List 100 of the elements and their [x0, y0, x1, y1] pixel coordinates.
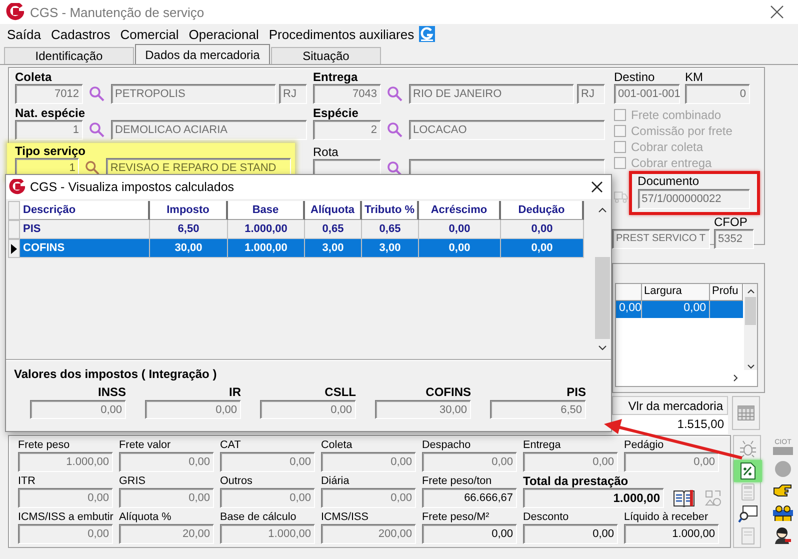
pointing-hand-icon[interactable]: [773, 483, 793, 499]
tax-label: CSLL: [324, 385, 356, 399]
menu-item[interactable]: Cadastros: [46, 26, 116, 42]
uf-field[interactable]: RJ: [577, 84, 605, 104]
search-icon[interactable]: [387, 122, 403, 138]
scroll-up-icon[interactable]: [746, 288, 754, 294]
app-logo-icon: [9, 179, 25, 195]
code-field[interactable]: 7043: [313, 84, 381, 104]
column-header[interactable]: Alíquota: [305, 201, 362, 220]
menu-item[interactable]: Procedimentos auxiliares: [264, 26, 420, 42]
column-header[interactable]: Largura: [642, 284, 710, 301]
cfop-description-field[interactable]: PREST SERVICO T: [612, 229, 710, 249]
uf-field[interactable]: RJ: [279, 84, 307, 104]
table-row[interactable]: PIS 6,50 1.000,00 0,65 0,65 0,00 0,00: [8, 220, 588, 239]
scroll-down-icon[interactable]: [598, 345, 608, 351]
close-icon[interactable]: [770, 5, 784, 19]
table-cell: 0,00: [419, 220, 501, 239]
search-icon[interactable]: [89, 122, 105, 138]
tax-field[interactable]: 0,00: [145, 400, 241, 419]
city-field[interactable]: PETROPOLIS: [111, 84, 276, 104]
search-icon[interactable]: [387, 86, 403, 102]
amount-field[interactable]: 0,00: [523, 524, 618, 544]
amount-field[interactable]: 1.000,00: [624, 524, 719, 544]
field-label: Coleta: [321, 438, 354, 452]
shapes-icon[interactable]: [704, 489, 722, 507]
tab[interactable]: Situação: [271, 47, 381, 64]
calendar-button[interactable]: [732, 396, 760, 430]
code-field[interactable]: 7012: [15, 84, 83, 104]
column-header[interactable]: [616, 284, 642, 301]
column-header[interactable]: Descrição: [20, 201, 150, 220]
search-icon[interactable]: [89, 86, 105, 102]
column-header[interactable]: Acréscimo: [419, 201, 501, 220]
scrollbar[interactable]: [744, 284, 757, 370]
percent-document-icon[interactable]: [740, 462, 756, 480]
tax-field[interactable]: 30,00: [375, 400, 471, 419]
tax-document-button[interactable]: [734, 460, 762, 482]
close-icon[interactable]: [591, 181, 603, 193]
scroll-down-icon[interactable]: [746, 364, 754, 370]
window-title: CGS - Manutenção de serviço: [30, 4, 204, 20]
scroll-up-icon[interactable]: [598, 207, 608, 213]
tax-field[interactable]: 0,00: [30, 400, 126, 419]
table-cell: PIS: [20, 220, 150, 239]
table-row[interactable]: 0,00 0,00: [616, 301, 743, 318]
menu-item[interactable]: Saída: [2, 26, 46, 42]
table-cell: 1.000,00: [228, 220, 305, 239]
field-label: Frete valor: [119, 438, 172, 452]
amount-field[interactable]: 0,00: [422, 524, 517, 544]
search-icon[interactable]: [387, 161, 403, 177]
book-icon[interactable]: [673, 489, 695, 507]
dialog-title: CGS - Visualiza impostos calculados: [30, 180, 234, 194]
magnifier-document-icon[interactable]: [738, 505, 758, 524]
destination-field[interactable]: 001-001-001: [614, 84, 680, 104]
column-header[interactable]: Imposto: [150, 201, 228, 220]
table-row[interactable]: COFINS 30,00 1.000,00 3,00 3,00 0,00 0,00: [8, 239, 588, 258]
km-field[interactable]: 0: [685, 84, 750, 104]
goods-value-field[interactable]: 1.515,00: [612, 415, 728, 434]
city-field[interactable]: RIO DE JANEIRO: [409, 84, 574, 104]
field-label: Alíquota %: [119, 510, 172, 524]
name-field[interactable]: LOCACAO: [409, 120, 605, 140]
scroll-thumb[interactable]: [595, 257, 610, 339]
tab[interactable]: Identificação: [4, 47, 134, 64]
field-label: CAT: [220, 438, 242, 452]
section-title: Valores dos impostos ( Integração ): [14, 367, 218, 381]
row-indicator[interactable]: [8, 239, 20, 258]
people-icon[interactable]: [773, 504, 793, 522]
scroll-thumb[interactable]: [745, 297, 756, 325]
column-header[interactable]: Tributo %: [362, 201, 419, 220]
tax-field[interactable]: 6,50: [490, 400, 586, 419]
amount-field[interactable]: 66.666,67: [422, 488, 517, 508]
search-icon[interactable]: [85, 160, 100, 176]
scroll-right-icon[interactable]: [733, 374, 739, 382]
field-label: Pedágio: [624, 438, 665, 452]
field-label: KM: [685, 71, 703, 84]
total-field[interactable]: 1.000,00: [523, 488, 664, 508]
menu-item[interactable]: Comercial: [115, 26, 184, 42]
person-icon[interactable]: [773, 527, 793, 545]
field-label: Espécie: [313, 107, 360, 120]
column-header[interactable]: Base: [228, 201, 305, 220]
document-field[interactable]: 57/1/000000022: [638, 189, 750, 209]
field-label: Base de cálculo: [220, 510, 298, 524]
checkbox-label: Cobrar coleta: [631, 140, 704, 154]
code-field[interactable]: 2: [313, 120, 381, 140]
cfop-field[interactable]: 5352: [714, 229, 754, 249]
column-header[interactable]: [8, 201, 20, 220]
circle-icon[interactable]: [774, 460, 792, 478]
column-header[interactable]: Profu: [710, 284, 743, 301]
menu-item[interactable]: Operacional: [184, 26, 264, 42]
code-field[interactable]: 1: [15, 120, 83, 140]
tax-field[interactable]: 0,00: [260, 400, 356, 419]
checkbox-label: Comissão por frete: [631, 124, 732, 138]
field-label: Frete peso/M²: [422, 510, 490, 524]
tab[interactable]: Dados da mercadoria: [135, 44, 270, 64]
table-cell: 3,00: [362, 239, 419, 258]
name-field[interactable]: DEMOLICAO ACIARIA: [111, 120, 307, 140]
tax-label: PIS: [566, 385, 586, 399]
column-header[interactable]: Dedução: [501, 201, 584, 220]
calendar-icon[interactable]: [737, 405, 755, 421]
field-label: CFOP: [714, 216, 748, 229]
app-logo-icon[interactable]: [419, 26, 436, 42]
field-label: Documento: [638, 175, 700, 188]
